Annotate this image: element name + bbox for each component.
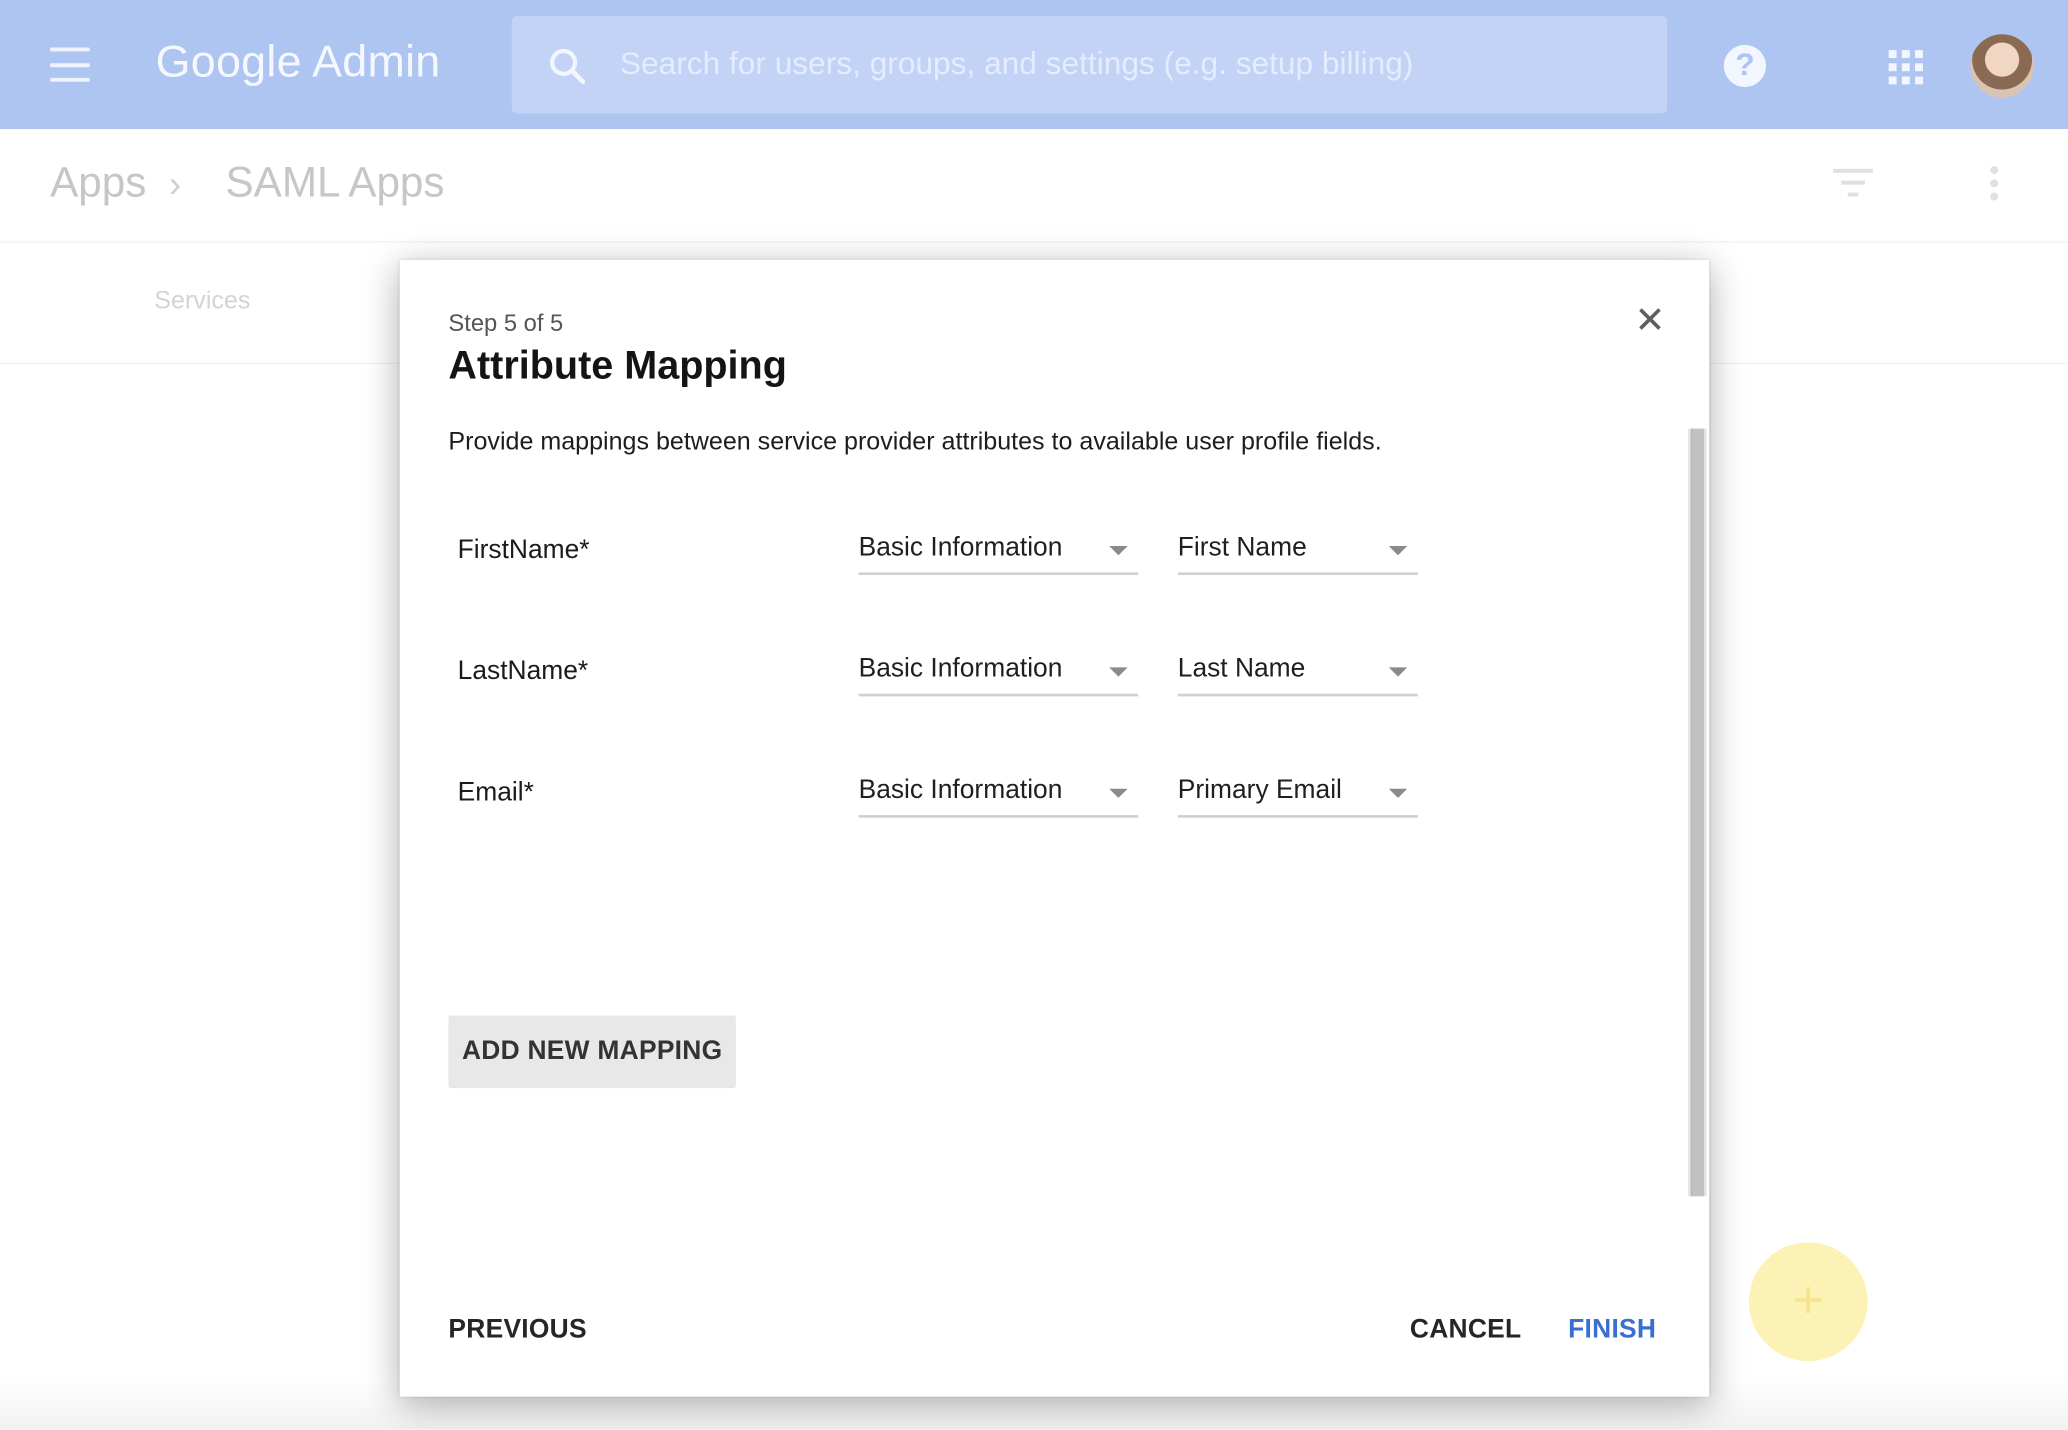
attribute-name: FirstName* — [457, 535, 590, 565]
dialog-title: Attribute Mapping — [448, 344, 787, 388]
scrollbar-thumb[interactable] — [1690, 428, 1705, 1197]
attribute-mapping-dialog: Step 5 of 5 Attribute Mapping ✕ Provide … — [399, 259, 1710, 1397]
mapping-row-firstname: FirstName* Basic Information First Name — [400, 528, 1693, 620]
services-tab[interactable]: Services — [154, 288, 250, 317]
field-dropdown[interactable]: Last Name — [1177, 649, 1418, 697]
dropdown-arrow-icon — [1388, 546, 1408, 556]
dropdown-arrow-icon — [1109, 788, 1128, 798]
search-icon — [550, 48, 586, 85]
field-dropdown[interactable]: First Name — [1177, 528, 1418, 576]
attribute-name: LastName* — [457, 656, 589, 686]
previous-button[interactable]: PREVIOUS — [448, 1315, 586, 1345]
field-value: First Name — [1177, 532, 1307, 562]
help-icon[interactable]: ? — [1723, 44, 1767, 88]
attribute-name: Email* — [457, 778, 534, 808]
brand-admin: Admin — [312, 36, 441, 88]
category-dropdown[interactable]: Basic Information — [858, 770, 1139, 818]
close-icon[interactable]: ✕ — [1631, 301, 1668, 339]
mapping-row-lastname: LastName* Basic Information Last Name — [400, 649, 1693, 741]
top-app-bar: Google Admin ? — [0, 0, 2068, 130]
field-value: Last Name — [1177, 654, 1306, 684]
apps-grid-icon[interactable] — [1888, 50, 1923, 85]
step-indicator: Step 5 of 5 — [448, 309, 564, 337]
dropdown-arrow-icon — [1109, 546, 1128, 556]
hamburger-menu-icon[interactable] — [50, 47, 90, 82]
search-bar[interactable] — [511, 15, 1668, 114]
dialog-description: Provide mappings between service provide… — [448, 428, 1382, 457]
dropdown-arrow-icon — [1388, 788, 1408, 798]
cancel-button[interactable]: CANCEL — [1410, 1315, 1521, 1345]
add-fab-button[interactable]: + — [1748, 1242, 1868, 1362]
finish-button[interactable]: FINISH — [1568, 1315, 1656, 1345]
breadcrumb-apps[interactable]: Apps — [50, 158, 146, 207]
dropdown-arrow-icon — [1109, 667, 1128, 677]
google-admin-logo[interactable]: Google Admin — [156, 37, 441, 88]
add-new-mapping-button[interactable]: ADD NEW MAPPING — [448, 1015, 736, 1089]
category-dropdown[interactable]: Basic Information — [858, 528, 1139, 576]
mapping-row-email: Email* Basic Information Primary Email — [400, 770, 1693, 862]
category-value: Basic Information — [858, 654, 1063, 684]
search-input[interactable] — [619, 42, 1623, 88]
breadcrumb-saml-apps[interactable]: SAML Apps — [226, 158, 445, 207]
filter-icon[interactable] — [1833, 168, 1873, 198]
more-vert-icon[interactable] — [1990, 166, 2001, 203]
breadcrumb: Apps › SAML Apps — [0, 129, 2068, 243]
category-value: Basic Information — [858, 532, 1063, 562]
field-value: Primary Email — [1177, 775, 1342, 805]
screen: Google Admin ? Apps › SAML Apps Services — [0, 0, 2068, 1430]
category-value: Basic Information — [858, 775, 1063, 805]
field-dropdown[interactable]: Primary Email — [1177, 770, 1418, 818]
category-dropdown[interactable]: Basic Information — [858, 649, 1139, 697]
dropdown-arrow-icon — [1388, 667, 1408, 677]
avatar[interactable] — [1970, 34, 2034, 98]
breadcrumb-separator-icon: › — [168, 163, 182, 205]
brand-google: Google — [155, 36, 302, 88]
